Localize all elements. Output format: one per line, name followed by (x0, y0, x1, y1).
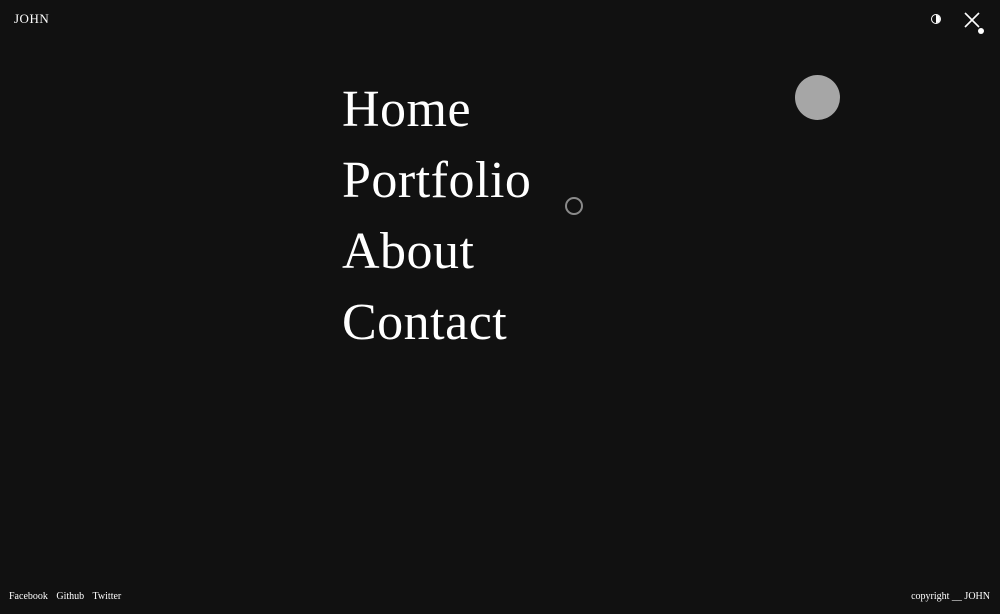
close-icon[interactable] (963, 11, 981, 29)
social-link-github[interactable]: Github (56, 591, 84, 602)
main-menu: Home Portfolio About Contact (342, 74, 531, 358)
half-circle-icon[interactable] (931, 14, 941, 24)
social-links: Facebook Github Twitter (9, 591, 127, 602)
menu-link-portfolio[interactable]: Portfolio (342, 152, 531, 209)
menu-item-home: Home (342, 74, 531, 145)
half-circle-fill (936, 15, 940, 23)
cursor-ring (565, 197, 583, 215)
copyright-text: copyright __ JOHN (911, 591, 990, 602)
menu-link-contact[interactable]: Contact (342, 294, 507, 351)
close-icon-svg (964, 12, 980, 28)
indicator-dot (978, 28, 984, 34)
menu-item-portfolio: Portfolio (342, 145, 531, 216)
menu-link-home[interactable]: Home (342, 81, 471, 138)
decorative-blob (795, 75, 840, 120)
menu-item-contact: Contact (342, 287, 531, 358)
site-logo[interactable]: JOHN (14, 11, 49, 27)
social-link-facebook[interactable]: Facebook (9, 591, 48, 602)
social-link-twitter[interactable]: Twitter (93, 591, 122, 602)
menu-link-about[interactable]: About (342, 223, 475, 280)
menu-item-about: About (342, 216, 531, 287)
